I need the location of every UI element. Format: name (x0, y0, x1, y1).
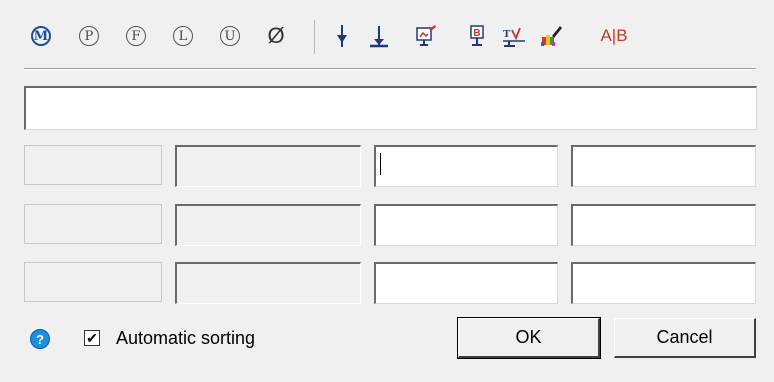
text-caret (380, 153, 381, 175)
diameter-button[interactable]: Ø (262, 22, 290, 50)
f-icon: F (126, 26, 146, 46)
p-icon: P (79, 26, 99, 46)
perpendicular-button[interactable] (366, 22, 392, 50)
row2-col2-field (175, 204, 361, 246)
svg-text:B: B (473, 28, 480, 39)
diameter-icon: Ø (267, 23, 285, 48)
row2-col3-field[interactable] (374, 204, 558, 246)
ab-icon: A|B (600, 26, 628, 45)
perpendicular-icon (370, 26, 388, 48)
b-frame-button[interactable]: B (465, 22, 489, 50)
automatic-sorting-label[interactable]: Automatic sorting (116, 328, 255, 349)
b-frame-icon: B (470, 25, 484, 46)
paint-brush-icon (541, 26, 562, 46)
svg-text:T: T (503, 28, 511, 40)
arrow-down-button[interactable] (330, 22, 354, 50)
automatic-sorting-checkbox[interactable]: ✔ (84, 330, 100, 346)
ab-button[interactable]: A|B (594, 22, 634, 50)
paint-brush-button[interactable] (536, 22, 566, 50)
text-check-icon: T (503, 27, 525, 47)
row1-col3-field[interactable] (374, 145, 558, 187)
text-check-button[interactable]: T (500, 22, 530, 50)
u-symbol-button[interactable]: U (216, 22, 244, 50)
m-symbol-button[interactable]: M (27, 22, 55, 50)
row3-col4-field[interactable] (571, 262, 756, 304)
checkmark-icon: ✔ (86, 330, 98, 346)
main-text-field[interactable] (24, 86, 757, 130)
image-edit-icon (416, 25, 436, 46)
row1-col2-field (175, 145, 361, 187)
row3-col2-field (175, 262, 361, 304)
l-symbol-button[interactable]: L (169, 22, 197, 50)
m-icon: M (31, 26, 51, 46)
row1-col1-field (24, 145, 162, 185)
p-symbol-button[interactable]: P (75, 22, 103, 50)
arrow-down-icon (337, 25, 347, 47)
row2-col4-field[interactable] (571, 204, 756, 246)
row3-col1-field (24, 262, 162, 302)
help-icon[interactable]: ? (30, 329, 50, 349)
row1-col4-field[interactable] (571, 145, 756, 187)
row3-col3-field[interactable] (374, 262, 558, 304)
u-icon: U (220, 26, 240, 46)
toolbar: M P F L U Ø B T A|B (0, 0, 774, 70)
ok-button[interactable]: OK (457, 317, 601, 359)
f-symbol-button[interactable]: F (122, 22, 150, 50)
cancel-button[interactable]: Cancel (614, 318, 756, 358)
image-edit-button[interactable] (412, 22, 440, 50)
row2-col1-field (24, 204, 162, 244)
toolbar-divider (24, 68, 756, 70)
l-icon: L (173, 26, 193, 46)
toolbar-separator (314, 20, 315, 54)
